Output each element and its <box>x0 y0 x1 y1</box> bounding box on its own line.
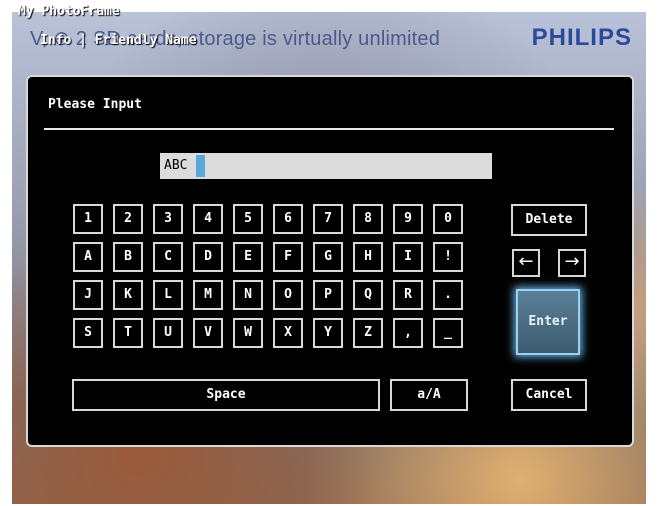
left-arrow-icon[interactable]: ← <box>512 249 540 277</box>
key-r4-c6[interactable]: X <box>273 318 303 348</box>
app-title: My PhotoFrame <box>18 4 120 19</box>
key-r1-c10[interactable]: 0 <box>433 204 463 234</box>
key-r1-c2[interactable]: 2 <box>113 204 143 234</box>
key-r4-c5[interactable]: W <box>233 318 263 348</box>
cancel-button[interactable]: Cancel <box>511 379 587 411</box>
input-dialog: Please Input ABC 1 2 3 4 5 6 7 8 9 0 A B C D E F G H I! J K L… <box>26 75 634 447</box>
key-r3-c3[interactable]: L <box>153 280 183 310</box>
key-r4-c10[interactable]: _ <box>433 318 463 348</box>
key-r2-c7[interactable]: G <box>313 242 343 272</box>
key-r3-c9[interactable]: R <box>393 280 423 310</box>
key-r1-c5[interactable]: 5 <box>233 204 263 234</box>
text-cursor <box>196 155 205 177</box>
key-r1-c3[interactable]: 3 <box>153 204 183 234</box>
input-value: ABC <box>164 158 188 173</box>
key-r3-c4[interactable]: M <box>193 280 223 310</box>
key-r2-c3[interactable]: C <box>153 242 183 272</box>
key-r3-c1[interactable]: J <box>73 280 103 310</box>
key-r3-c2[interactable]: K <box>113 280 143 310</box>
key-r3-c10[interactable]: . <box>433 280 463 310</box>
key-r4-c2[interactable]: T <box>113 318 143 348</box>
key-r2-c9[interactable]: I <box>393 242 423 272</box>
philips-logo: PHILIPS <box>531 24 632 51</box>
key-r4-c8[interactable]: Z <box>353 318 383 348</box>
key-r1-c8[interactable]: 8 <box>353 204 383 234</box>
enter-button[interactable]: Enter <box>516 289 580 355</box>
key-r2-c4[interactable]: D <box>193 242 223 272</box>
key-r2-c8[interactable]: H <box>353 242 383 272</box>
key-r1-c6[interactable]: 6 <box>273 204 303 234</box>
key-r1-c7[interactable]: 7 <box>313 204 343 234</box>
key-r4-c4[interactable]: V <box>193 318 223 348</box>
key-r4-c7[interactable]: Y <box>313 318 343 348</box>
key-r1-c1[interactable]: 1 <box>73 204 103 234</box>
key-r4-c3[interactable]: U <box>153 318 183 348</box>
key-r2-c5[interactable]: E <box>233 242 263 272</box>
delete-button[interactable]: Delete <box>511 204 587 236</box>
key-r3-c7[interactable]: P <box>313 280 343 310</box>
key-r3-c6[interactable]: O <box>273 280 303 310</box>
key-r1-c9[interactable]: 9 <box>393 204 423 234</box>
text-input[interactable]: ABC <box>160 153 492 179</box>
key-r4-c1[interactable]: S <box>73 318 103 348</box>
key-r3-c5[interactable]: N <box>233 280 263 310</box>
dialog-title: Please Input <box>48 97 142 112</box>
key-r2-c1[interactable]: A <box>73 242 103 272</box>
breadcrumb: Info | Friendly Name <box>40 33 197 48</box>
key-r4-c9[interactable]: , <box>393 318 423 348</box>
space-key[interactable]: Space <box>72 379 380 411</box>
key-r2-c6[interactable]: F <box>273 242 303 272</box>
key-r3-c8[interactable]: Q <box>353 280 383 310</box>
right-arrow-icon[interactable]: → <box>558 249 586 277</box>
case-toggle-key[interactable]: a/A <box>390 379 468 411</box>
key-r2-c10[interactable]: ! <box>433 242 463 272</box>
title-divider <box>44 128 614 130</box>
key-r2-c2[interactable]: B <box>113 242 143 272</box>
key-r1-c4[interactable]: 4 <box>193 204 223 234</box>
